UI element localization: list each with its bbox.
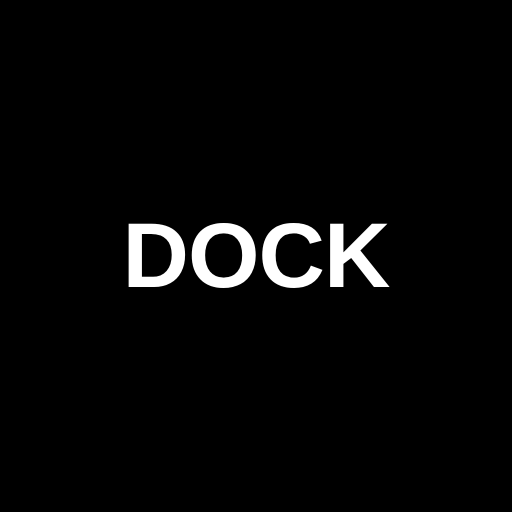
logo-text: DOCK: [122, 205, 391, 307]
logo-wordmark: DOCK: [0, 0, 512, 512]
logo-canvas: DOCK: [0, 0, 512, 512]
